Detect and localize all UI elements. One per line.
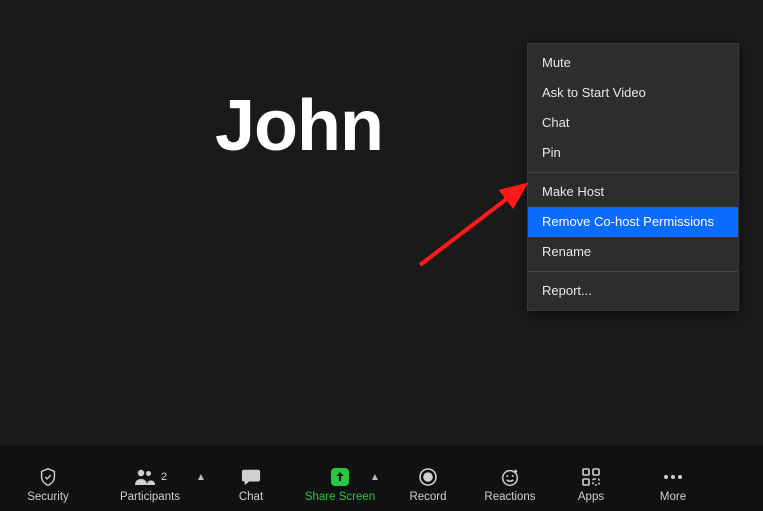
menu-item-rename[interactable]: Rename: [528, 237, 738, 267]
chevron-up-icon[interactable]: ▲: [196, 472, 206, 483]
menu-item-ask-start-video[interactable]: Ask to Start Video: [528, 78, 738, 108]
record-label: Record: [409, 491, 446, 503]
security-label: Security: [27, 491, 69, 503]
reactions-icon: [499, 466, 521, 488]
participant-context-menu: Mute Ask to Start Video Chat Pin Make Ho…: [527, 43, 739, 311]
participants-icon: 2: [133, 466, 167, 488]
chat-label: Chat: [239, 491, 263, 503]
chevron-up-icon[interactable]: ▲: [370, 472, 380, 483]
reactions-label: Reactions: [484, 491, 535, 503]
apps-label: Apps: [578, 491, 604, 503]
apps-icon: [581, 466, 601, 488]
menu-item-pin[interactable]: Pin: [528, 138, 738, 168]
security-button[interactable]: Security: [18, 466, 78, 503]
menu-item-make-host[interactable]: Make Host: [528, 177, 738, 207]
chat-icon: [240, 466, 262, 488]
meeting-toolbar: Security 2 Participants ▲ Chat: [0, 445, 763, 511]
menu-separator: [528, 271, 738, 272]
more-button[interactable]: More: [648, 466, 698, 503]
more-icon: [662, 466, 684, 488]
apps-button[interactable]: Apps: [566, 466, 616, 503]
shield-icon: [37, 466, 59, 488]
share-screen-label: Share Screen: [305, 491, 375, 503]
more-label: More: [660, 491, 686, 503]
menu-item-chat[interactable]: Chat: [528, 108, 738, 138]
record-icon: [418, 466, 438, 488]
share-screen-button[interactable]: Share Screen ▲: [300, 466, 380, 503]
participants-label: Participants: [120, 491, 180, 503]
participant-display-name: John: [215, 85, 383, 167]
participants-button[interactable]: 2 Participants ▲: [110, 466, 190, 503]
record-button[interactable]: Record: [403, 466, 453, 503]
menu-separator: [528, 172, 738, 173]
participants-count: 2: [161, 471, 167, 483]
menu-item-report[interactable]: Report...: [528, 276, 738, 306]
menu-item-mute[interactable]: Mute: [528, 48, 738, 78]
menu-item-remove-cohost[interactable]: Remove Co-host Permissions: [528, 207, 738, 237]
reactions-button[interactable]: Reactions: [480, 466, 540, 503]
chat-button[interactable]: Chat: [226, 466, 276, 503]
share-screen-icon: [328, 466, 352, 488]
